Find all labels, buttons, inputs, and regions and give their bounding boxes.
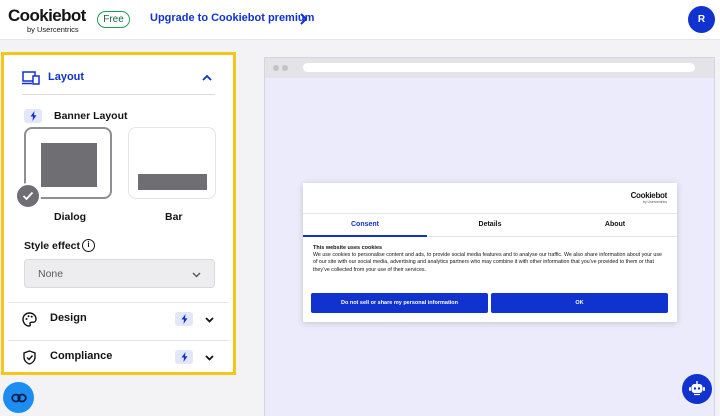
layout-option-bar[interactable] bbox=[128, 127, 216, 199]
selected-check-icon bbox=[15, 183, 41, 209]
cookiebot-logo[interactable]: Cookiebot by Usercentrics bbox=[8, 6, 88, 34]
shield-check-icon bbox=[23, 350, 36, 365]
compliance-section-title: Compliance bbox=[50, 350, 113, 362]
chevron-down-icon bbox=[192, 272, 201, 278]
layout-option-bar-label: Bar bbox=[165, 211, 183, 223]
dialog-thumbnail bbox=[41, 143, 97, 187]
palette-icon bbox=[22, 312, 37, 327]
dialog-body-text: We use cookies to personalise content an… bbox=[313, 252, 662, 273]
premium-bolt-badge bbox=[175, 350, 193, 364]
bolt-icon bbox=[181, 352, 187, 362]
layout-devices-icon bbox=[22, 71, 40, 85]
settings-sidebar: Layout Banner Layout Dialog Bar Style ef… bbox=[1, 52, 236, 375]
style-effect-label: Style effect bbox=[24, 240, 81, 252]
layout-section-title: Layout bbox=[48, 71, 85, 83]
chevron-down-icon[interactable] bbox=[204, 352, 215, 363]
chevron-up-icon[interactable] bbox=[201, 72, 213, 84]
top-header: Cookiebot by Usercentrics Free Upgrade t… bbox=[0, 0, 720, 40]
premium-bolt-badge bbox=[24, 109, 42, 123]
bolt-icon bbox=[181, 314, 187, 324]
dialog-cookiebot-logo: Cookiebot by Usercentrics bbox=[630, 191, 668, 205]
tab-details[interactable]: Details bbox=[428, 214, 552, 237]
bolt-icon bbox=[30, 111, 36, 121]
design-section-title: Design bbox=[50, 312, 87, 324]
compliance-section-header[interactable]: Compliance bbox=[8, 340, 229, 372]
robot-icon bbox=[689, 381, 705, 396]
chevron-down-icon[interactable] bbox=[204, 314, 215, 325]
info-icon[interactable]: i bbox=[82, 239, 95, 252]
decline-button[interactable]: Do not sell or share my personal informa… bbox=[311, 293, 488, 313]
cookie-widget-button[interactable] bbox=[3, 382, 34, 413]
upgrade-link[interactable]: Upgrade to Cookiebot premium bbox=[150, 12, 314, 24]
accept-button[interactable]: OK bbox=[491, 293, 668, 313]
widget-link-icon bbox=[10, 393, 27, 402]
window-dot bbox=[273, 65, 279, 71]
banner-layout-title: Banner Layout bbox=[54, 110, 128, 122]
url-bar bbox=[303, 63, 695, 72]
style-effect-value: None bbox=[38, 268, 64, 280]
logo-sub-text: by Usercentrics bbox=[27, 25, 79, 34]
dialog-title: This website uses cookies bbox=[313, 245, 383, 251]
tab-consent[interactable]: Consent bbox=[303, 214, 427, 237]
design-section-header[interactable]: Design bbox=[8, 302, 229, 334]
cookie-consent-dialog: Cookiebot by Usercentrics Consent Detail… bbox=[303, 183, 677, 322]
dialog-logo-sub: by Usercentrics bbox=[642, 200, 667, 204]
layout-option-dialog-label: Dialog bbox=[54, 211, 87, 223]
chevron-right-icon[interactable] bbox=[297, 12, 309, 26]
style-effect-select[interactable]: None bbox=[24, 259, 215, 288]
plan-badge: Free bbox=[97, 11, 130, 28]
browser-toolbar bbox=[265, 58, 714, 78]
banner-preview: Cookiebot by Usercentrics Consent Detail… bbox=[264, 57, 715, 416]
logo-main-text: Cookiebot bbox=[8, 6, 86, 25]
premium-bolt-badge bbox=[175, 312, 193, 326]
tab-about[interactable]: About bbox=[553, 214, 677, 237]
dialog-logo-main: Cookiebot bbox=[630, 191, 668, 200]
layout-section-header[interactable]: Layout bbox=[22, 67, 215, 95]
support-bot-button[interactable] bbox=[682, 374, 712, 404]
user-avatar[interactable]: R bbox=[688, 6, 715, 33]
bar-thumbnail bbox=[138, 174, 207, 190]
dialog-tabs: Consent Details About bbox=[303, 213, 677, 237]
window-dot bbox=[282, 65, 288, 71]
